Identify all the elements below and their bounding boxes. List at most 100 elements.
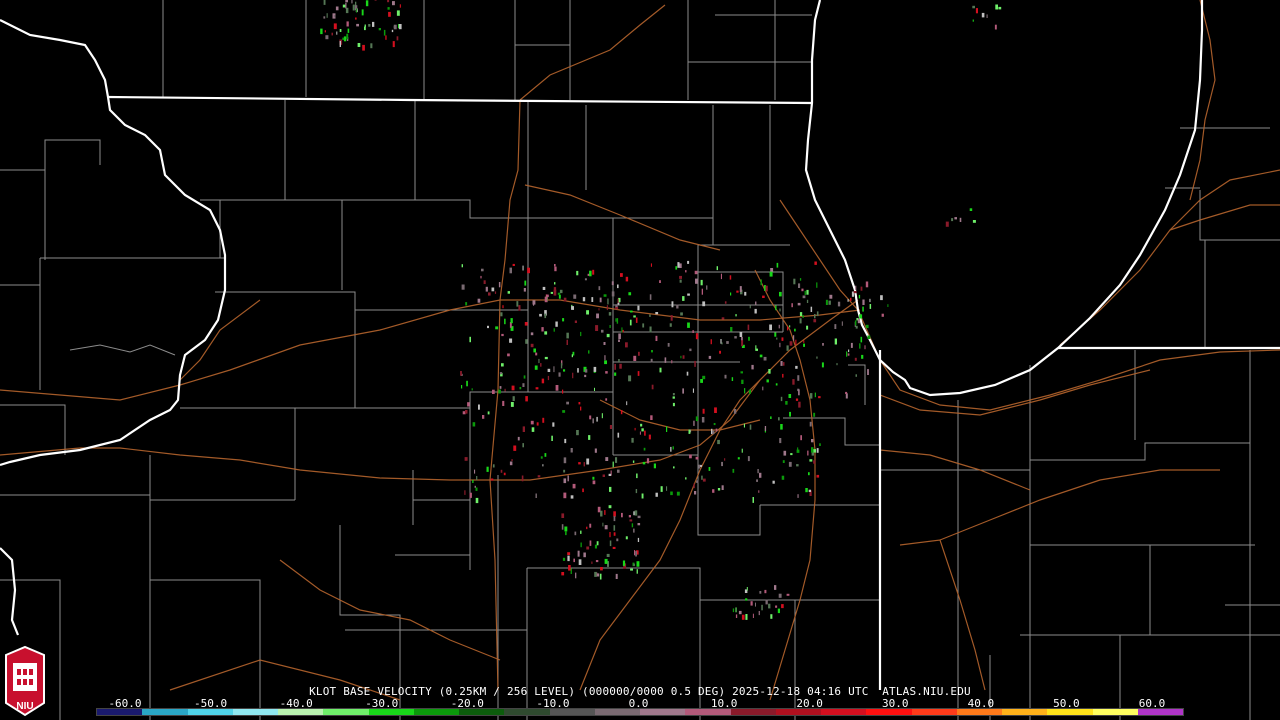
radar-echo xyxy=(580,406,582,411)
radar-echo xyxy=(542,464,544,467)
colorbar-segment xyxy=(187,709,233,715)
radar-echo xyxy=(535,493,537,498)
radar-echo xyxy=(739,286,742,292)
radar-echo xyxy=(859,314,863,319)
radar-echo xyxy=(635,317,638,323)
radar-echo xyxy=(666,486,668,491)
radar-echo xyxy=(649,294,652,300)
radar-echo xyxy=(995,4,998,10)
radar-echo xyxy=(816,474,820,478)
radar-echo xyxy=(797,494,799,498)
radar-echo xyxy=(391,29,394,33)
radar-echo xyxy=(735,314,737,317)
radar-echo xyxy=(594,571,597,577)
radar-echo xyxy=(476,476,478,481)
colorbar-segment xyxy=(504,709,550,715)
radar-echo xyxy=(522,443,524,448)
velocity-colorbar xyxy=(96,708,1184,716)
radar-echo xyxy=(768,369,771,374)
radar-echo xyxy=(729,275,732,280)
radar-echo xyxy=(482,415,485,419)
radar-echo xyxy=(685,477,687,480)
radar-echo xyxy=(326,13,328,18)
radar-echo xyxy=(562,318,565,322)
radar-echo xyxy=(637,305,640,311)
radar-echo xyxy=(461,284,465,290)
radar-echo xyxy=(621,512,623,518)
radar-echo xyxy=(755,348,758,351)
radar-echo xyxy=(372,21,375,27)
radar-echo xyxy=(781,337,784,341)
radar-echo xyxy=(752,497,754,503)
radar-echo xyxy=(541,378,545,384)
radar-echo xyxy=(780,361,783,366)
radar-echo xyxy=(550,291,553,294)
radar-echo xyxy=(596,416,598,422)
colorbar-segment xyxy=(640,709,686,715)
radar-echo xyxy=(522,426,525,432)
radar-echo xyxy=(702,408,705,414)
radar-echo xyxy=(566,339,568,345)
radar-echo xyxy=(601,329,604,333)
radar-echo xyxy=(596,541,599,546)
radar-echo xyxy=(757,469,759,474)
radar-echo xyxy=(365,0,369,7)
radar-echo xyxy=(713,423,716,426)
radar-echo xyxy=(465,410,468,414)
radar-echo xyxy=(613,516,616,522)
radar-echo xyxy=(865,324,869,329)
radar-echo xyxy=(523,375,526,379)
radar-echo xyxy=(759,354,763,358)
radar-echo xyxy=(345,7,349,14)
radar-echo xyxy=(710,339,712,345)
radar-echo xyxy=(606,333,610,338)
radar-echo xyxy=(392,1,395,6)
radar-echo xyxy=(512,396,515,401)
radar-echo xyxy=(605,371,608,374)
radar-echo xyxy=(333,23,337,30)
radar-echo xyxy=(795,365,798,369)
radar-echo xyxy=(653,463,656,469)
radar-echo xyxy=(374,0,377,1)
radar-echo xyxy=(791,303,793,308)
radar-echo xyxy=(510,402,514,407)
radar-echo xyxy=(580,530,582,534)
radar-echo xyxy=(735,607,737,613)
radar-echo xyxy=(708,355,712,359)
radar-echo xyxy=(765,285,768,292)
radar-echo xyxy=(780,424,783,430)
radar-echo xyxy=(572,483,576,489)
radar-echo xyxy=(795,398,799,401)
radar-echo xyxy=(589,415,592,420)
radar-echo xyxy=(655,312,659,315)
radar-echo xyxy=(634,427,636,431)
radar-echo xyxy=(855,374,857,377)
radar-echo xyxy=(770,416,772,419)
colorbar-segment xyxy=(956,709,1002,715)
radar-echo xyxy=(530,420,534,425)
radar-echo xyxy=(562,389,564,394)
radar-echo xyxy=(760,279,762,286)
radar-echo xyxy=(347,28,350,33)
radar-echo xyxy=(887,304,889,307)
radar-echo xyxy=(797,302,801,306)
radar-echo xyxy=(845,393,848,399)
radar-echo xyxy=(573,294,577,299)
radar-echo xyxy=(735,614,738,618)
colorbar-segment xyxy=(323,709,369,715)
radar-echo xyxy=(641,493,644,499)
radar-echo xyxy=(793,278,796,285)
radar-echo xyxy=(669,323,672,327)
radar-echo xyxy=(816,356,818,359)
radar-echo xyxy=(787,326,789,331)
radar-echo xyxy=(555,321,558,327)
radar-echo xyxy=(355,17,357,20)
radar-echo xyxy=(720,273,722,280)
radar-echo xyxy=(619,363,622,369)
radar-echo xyxy=(362,44,365,51)
radar-echo xyxy=(633,315,636,318)
radar-echo xyxy=(392,41,395,48)
radar-echo xyxy=(717,488,721,491)
radar-echo xyxy=(592,476,595,480)
radar-echo xyxy=(676,304,679,309)
